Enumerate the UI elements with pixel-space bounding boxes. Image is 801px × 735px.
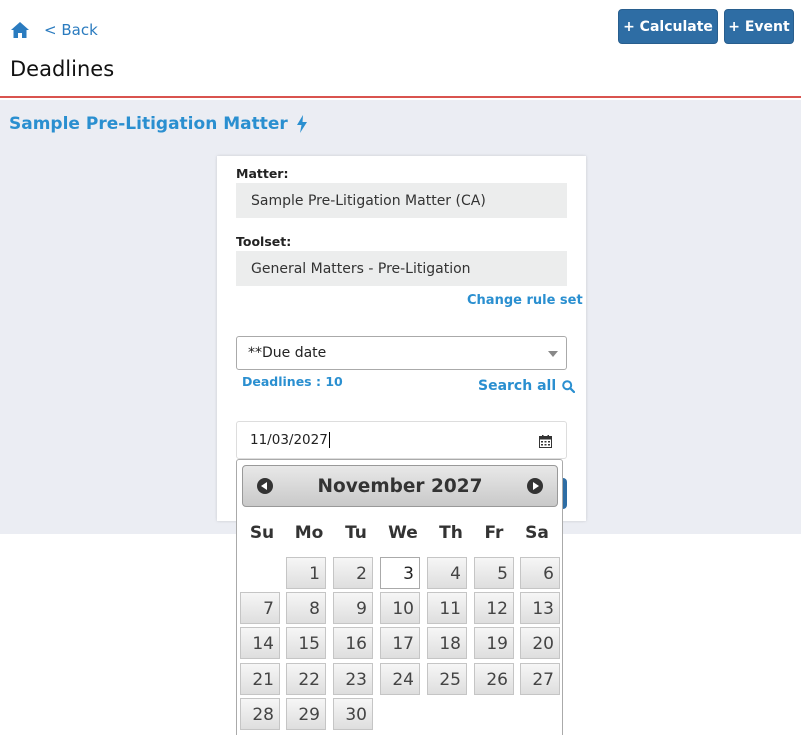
page-header: < Back Deadlines + Calculate + Event xyxy=(0,0,801,98)
search-all-label[interactable]: Search all xyxy=(478,378,556,394)
home-icon[interactable] xyxy=(10,21,30,39)
back-link[interactable]: < Back xyxy=(44,21,98,39)
datepicker-header: November 2027 xyxy=(242,465,558,507)
calendar-day[interactable]: 22 xyxy=(286,663,326,695)
calculate-button[interactable]: + Calculate xyxy=(618,9,718,44)
calendar-day[interactable]: 24 xyxy=(380,663,420,695)
calendar-day[interactable]: 27 xyxy=(520,663,560,695)
chevron-down-icon xyxy=(548,351,558,357)
calendar-day[interactable]: 28 xyxy=(240,698,280,730)
calendar-day[interactable]: 5 xyxy=(474,557,514,589)
weekday-header: Mo xyxy=(294,523,324,543)
calendar-day[interactable]: 23 xyxy=(333,663,373,695)
deadlines-count: Deadlines : 10 xyxy=(242,374,343,389)
calendar-day[interactable]: 1 xyxy=(286,557,326,589)
calendar-day[interactable]: 10 xyxy=(380,592,420,624)
search-all-link[interactable]: Search all xyxy=(478,378,576,394)
page-title: Deadlines xyxy=(10,57,115,81)
datepicker-month-title: November 2027 xyxy=(317,476,483,497)
calendar-day[interactable]: 30 xyxy=(333,698,373,730)
calendar-day[interactable]: 15 xyxy=(286,627,326,659)
calendar-day[interactable]: 8 xyxy=(286,592,326,624)
search-icon[interactable] xyxy=(562,379,576,393)
calendar-day[interactable]: 7 xyxy=(240,592,280,624)
weekday-header: Tu xyxy=(345,523,367,543)
event-select-value: **Due date xyxy=(248,345,327,361)
calendar-day[interactable]: 26 xyxy=(474,663,514,695)
calendar-day[interactable]: 25 xyxy=(427,663,467,695)
change-rule-set-link[interactable]: Change rule set xyxy=(467,293,583,308)
calendar-day[interactable]: 14 xyxy=(240,627,280,659)
bolt-icon[interactable] xyxy=(296,115,308,133)
calendar-day[interactable]: 6 xyxy=(520,557,560,589)
calendar-day[interactable]: 12 xyxy=(474,592,514,624)
next-month-icon[interactable] xyxy=(527,478,543,494)
weekday-header: Su xyxy=(249,523,275,543)
matter-link-label[interactable]: Sample Pre-Litigation Matter xyxy=(9,114,288,134)
date-input[interactable]: 11/03/2027 xyxy=(236,421,567,459)
calendar-day[interactable]: 19 xyxy=(474,627,514,659)
calendar-day[interactable]: 13 xyxy=(520,592,560,624)
text-cursor xyxy=(328,432,330,448)
calendar-day[interactable]: 16 xyxy=(333,627,373,659)
toolset-field: General Matters - Pre-Litigation xyxy=(236,251,567,286)
toolset-label: Toolset: xyxy=(236,234,292,249)
weekday-header: Sa xyxy=(525,523,549,543)
calendar-day[interactable]: 20 xyxy=(520,627,560,659)
weekday-header: We xyxy=(388,523,418,543)
date-input-value: 11/03/2027 xyxy=(250,432,328,448)
calendar-day-selected[interactable]: 3 xyxy=(380,557,420,589)
matter-link[interactable]: Sample Pre-Litigation Matter xyxy=(9,114,308,134)
calendar-day[interactable]: 18 xyxy=(427,627,467,659)
calendar-day[interactable]: 4 xyxy=(427,557,467,589)
calendar-day[interactable]: 21 xyxy=(240,663,280,695)
calendar-day[interactable]: 17 xyxy=(380,627,420,659)
event-button[interactable]: + Event xyxy=(724,9,794,44)
datepicker-popup: November 2027 Su Mo Tu We Th Fr Sa 1 2 3 4 5 6 7 8 9 10 1… xyxy=(236,459,563,735)
calendar-day[interactable]: 9 xyxy=(333,592,373,624)
calendar-day[interactable]: 2 xyxy=(333,557,373,589)
calendar-day[interactable]: 29 xyxy=(286,698,326,730)
weekday-header: Th xyxy=(439,523,463,543)
matter-label: Matter: xyxy=(236,166,289,181)
calendar-icon[interactable] xyxy=(539,435,552,448)
event-select[interactable]: **Due date xyxy=(236,336,567,370)
weekday-header: Fr xyxy=(484,523,504,543)
matter-field: Sample Pre-Litigation Matter (CA) xyxy=(236,183,567,218)
calendar-day[interactable]: 11 xyxy=(427,592,467,624)
